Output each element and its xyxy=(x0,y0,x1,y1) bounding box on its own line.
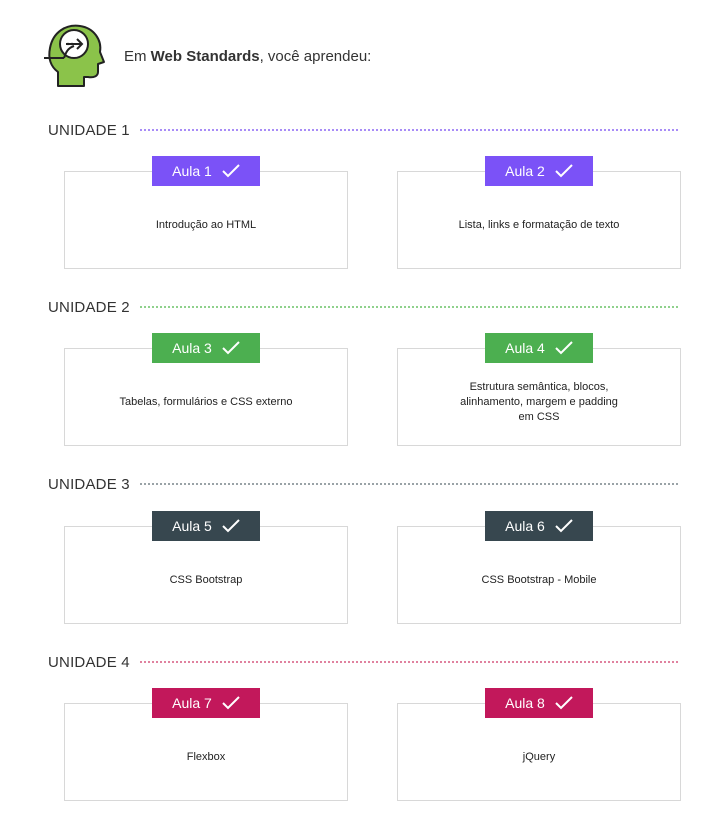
lesson-badge-7: Aula 7 xyxy=(152,688,260,718)
check-icon xyxy=(555,341,573,355)
lesson-badge-1: Aula 1 xyxy=(152,156,260,186)
lesson-badge-4: Aula 4 xyxy=(485,333,593,363)
head-arrow-icon xyxy=(44,20,108,90)
unit-header-3: UNIDADE 3 xyxy=(48,474,678,494)
lesson-title: jQuery xyxy=(522,750,556,763)
lesson-title: Lista, links e formatação de texto xyxy=(458,218,620,231)
unit-label: UNIDADE 1 xyxy=(48,121,130,139)
unit-label: UNIDADE 2 xyxy=(48,298,130,316)
check-icon xyxy=(222,519,240,533)
check-icon xyxy=(222,341,240,355)
badge-label: Aula 3 xyxy=(172,340,212,356)
lesson-badge-2: Aula 2 xyxy=(485,156,593,186)
lesson-badge-3: Aula 3 xyxy=(152,333,260,363)
intro-suffix: , você aprendeu: xyxy=(259,48,372,65)
badge-label: Aula 2 xyxy=(505,163,545,179)
unit-divider xyxy=(139,306,678,308)
unit-divider xyxy=(139,661,678,663)
unit-divider xyxy=(139,483,678,485)
lesson-title: Introdução ao HTML xyxy=(155,218,257,231)
check-icon xyxy=(222,696,240,710)
badge-label: Aula 8 xyxy=(505,695,545,711)
badge-label: Aula 5 xyxy=(172,518,212,534)
lesson-badge-6: Aula 6 xyxy=(485,511,593,541)
badge-label: Aula 1 xyxy=(172,163,212,179)
unit-header-4: UNIDADE 4 xyxy=(48,652,678,672)
unit-divider xyxy=(139,129,678,131)
check-icon xyxy=(555,164,573,178)
lesson-badge-5: Aula 5 xyxy=(152,511,260,541)
lesson-title: Flexbox xyxy=(186,750,226,763)
lesson-title: Tabelas, formulários e CSS externo xyxy=(119,395,293,408)
check-icon xyxy=(555,696,573,710)
badge-label: Aula 6 xyxy=(505,518,545,534)
badge-label: Aula 7 xyxy=(172,695,212,711)
check-icon xyxy=(555,519,573,533)
check-icon xyxy=(222,164,240,178)
intro-text: Em Web Standards, você aprendeu: xyxy=(124,48,371,65)
lesson-title: CSS Bootstrap xyxy=(169,573,243,586)
intro-prefix: Em xyxy=(124,48,151,65)
badge-label: Aula 4 xyxy=(505,340,545,356)
lesson-title: Estrutura semântica, blocos, alinhamento… xyxy=(460,380,618,423)
unit-label: UNIDADE 3 xyxy=(48,475,130,493)
unit-header-1: UNIDADE 1 xyxy=(48,120,678,140)
lesson-title: CSS Bootstrap - Mobile xyxy=(481,573,597,586)
lesson-badge-8: Aula 8 xyxy=(485,688,593,718)
unit-header-2: UNIDADE 2 xyxy=(48,297,678,317)
course-name: Web Standards xyxy=(150,48,260,65)
unit-label: UNIDADE 4 xyxy=(48,653,130,671)
